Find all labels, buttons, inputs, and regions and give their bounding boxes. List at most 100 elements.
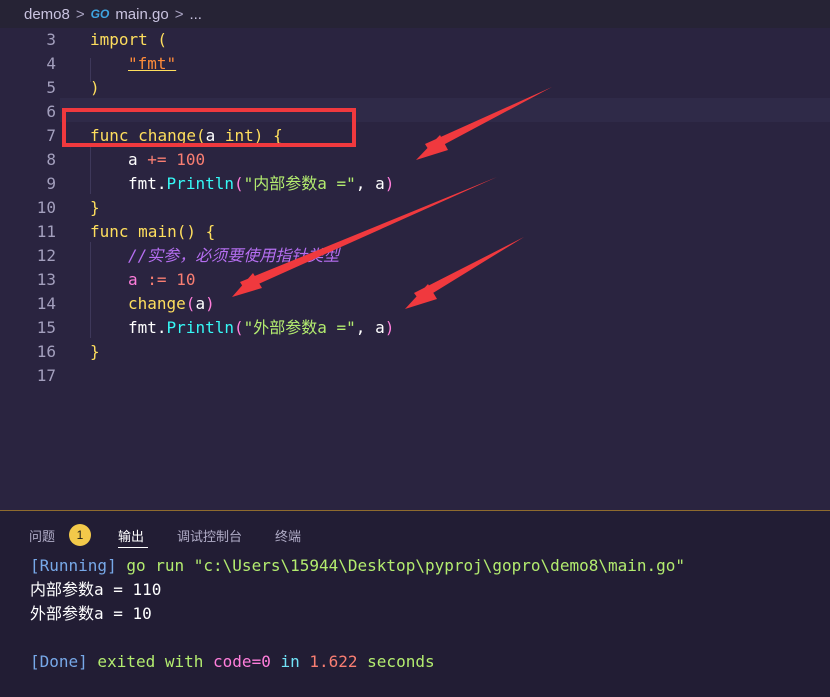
line-number: 5 [46,78,56,97]
breadcrumb-symbols[interactable]: ... [189,6,202,23]
code-line: } [90,340,100,364]
tab-problems[interactable]: 问题 [29,526,55,545]
code-line: ) [90,76,100,100]
code-token: ( [233,174,244,193]
code-token: } [90,342,100,361]
output-line: 外部参数a = 10 [30,604,152,623]
line-number: 6 [46,102,56,121]
code-line: a += 100 [128,148,205,172]
code-token: ( [185,294,196,313]
code-token: func [90,222,129,241]
line-number: 17 [36,366,56,385]
code-token: , a [355,318,385,337]
done-text: in [270,652,310,671]
code-token: ) [384,318,395,337]
line-number: 4 [46,54,56,73]
code-token: Println [166,174,234,193]
code-token: int [224,126,254,145]
breadcrumb-file[interactable]: main.go [115,6,168,23]
code-token: . [156,318,167,337]
code-line: "fmt" [128,52,176,76]
code-token: ( [195,126,206,145]
code-line: } [90,196,100,220]
code-line: fmt.Println("内部参数a =", a) [128,172,394,196]
code-token: a [128,270,138,289]
code-token: change [138,126,196,145]
code-token: a [205,126,216,145]
line-number: 11 [36,222,56,241]
line-number: 7 [46,126,56,145]
code-line: //实参，必须要使用指针类型 [128,244,339,268]
line-number: 3 [46,30,56,49]
done-text: seconds [357,652,435,671]
code-token: } [90,198,100,217]
code-token: 100 [176,150,206,169]
done-tag: [Done] [30,652,88,671]
code-token: Println [166,318,234,337]
run-tag: [Running] [30,556,117,575]
code-token: import ( [90,30,168,49]
tab-terminal[interactable]: 终端 [275,526,301,545]
exit-code: code=0 [213,652,271,671]
code-line: func main() { [90,220,215,244]
code-line: a := 10 [128,268,195,292]
active-tab-indicator [118,547,148,548]
line-number: 14 [36,294,56,313]
problems-count-badge: 1 [69,524,91,546]
code-token: a [195,294,206,313]
code-token: main [138,222,177,241]
code-comment: //实参，必须要使用指针类型 [128,246,340,265]
tab-debug-console[interactable]: 调试控制台 [177,526,242,545]
code-token: { [205,222,216,241]
code-token: ) [90,78,100,97]
code-token: a [128,150,138,169]
code-token: "外部参数a =" [243,318,356,337]
code-token: , a [355,174,385,193]
breadcrumb: demo8 > GO main.go > ... [0,0,830,28]
current-line-highlight [60,98,830,122]
output-line: 内部参数a = 110 [30,580,162,599]
tab-output[interactable]: 输出 [118,526,144,545]
output-line: [Running] go run "c:\Users\15944\Desktop… [30,554,685,578]
line-number: 8 [46,150,56,169]
code-line: change(a) [128,292,215,316]
code-token: ) [205,294,215,313]
code-editor[interactable]: 3 4 5 6 7 8 9 10 11 12 13 14 15 16 17 im… [0,28,830,510]
code-token: fmt [128,174,157,193]
indent-guide [90,242,91,338]
done-text: with [164,652,214,671]
code-token: "fmt" [128,54,177,73]
done-text: exited [87,652,165,671]
code-token: func [90,126,129,145]
code-token: { [273,126,283,145]
code-token: ) [384,174,395,193]
output-line: [Done] exited with code=0 in 1.622 secon… [30,650,435,674]
code-line: fmt.Println("外部参数a =", a) [128,316,394,340]
line-number: 10 [36,198,56,217]
code-token: ( [233,318,244,337]
line-number: 9 [46,174,56,193]
breadcrumb-folder[interactable]: demo8 [24,6,70,23]
indent-guide [90,146,91,194]
go-file-icon: GO [90,7,110,21]
line-number: 15 [36,318,56,337]
panel-tabs: 问题 1 输出 调试控制台 终端 [0,511,830,557]
chevron-right-icon: > [75,5,85,23]
elapsed-time: 1.622 [309,652,358,671]
code-line: import ( [90,28,167,52]
code-line: func change(a int) { [90,124,283,148]
line-number: 16 [36,342,56,361]
code-token: . [156,174,167,193]
code-token: := [147,270,167,289]
code-token: fmt [128,318,157,337]
code-token: () [176,222,196,241]
code-token: ) [253,126,264,145]
chevron-right-icon: > [174,5,184,23]
line-number: 13 [36,270,56,289]
run-command: go run "c:\Users\15944\Desktop\pyproj\go… [116,556,686,575]
code-token: += [147,150,167,169]
bottom-panel: 问题 1 输出 调试控制台 终端 [Running] go run "c:\Us… [0,510,830,697]
code-token: "内部参数a =" [243,174,356,193]
line-number: 12 [36,246,56,265]
code-token: change [128,294,186,313]
